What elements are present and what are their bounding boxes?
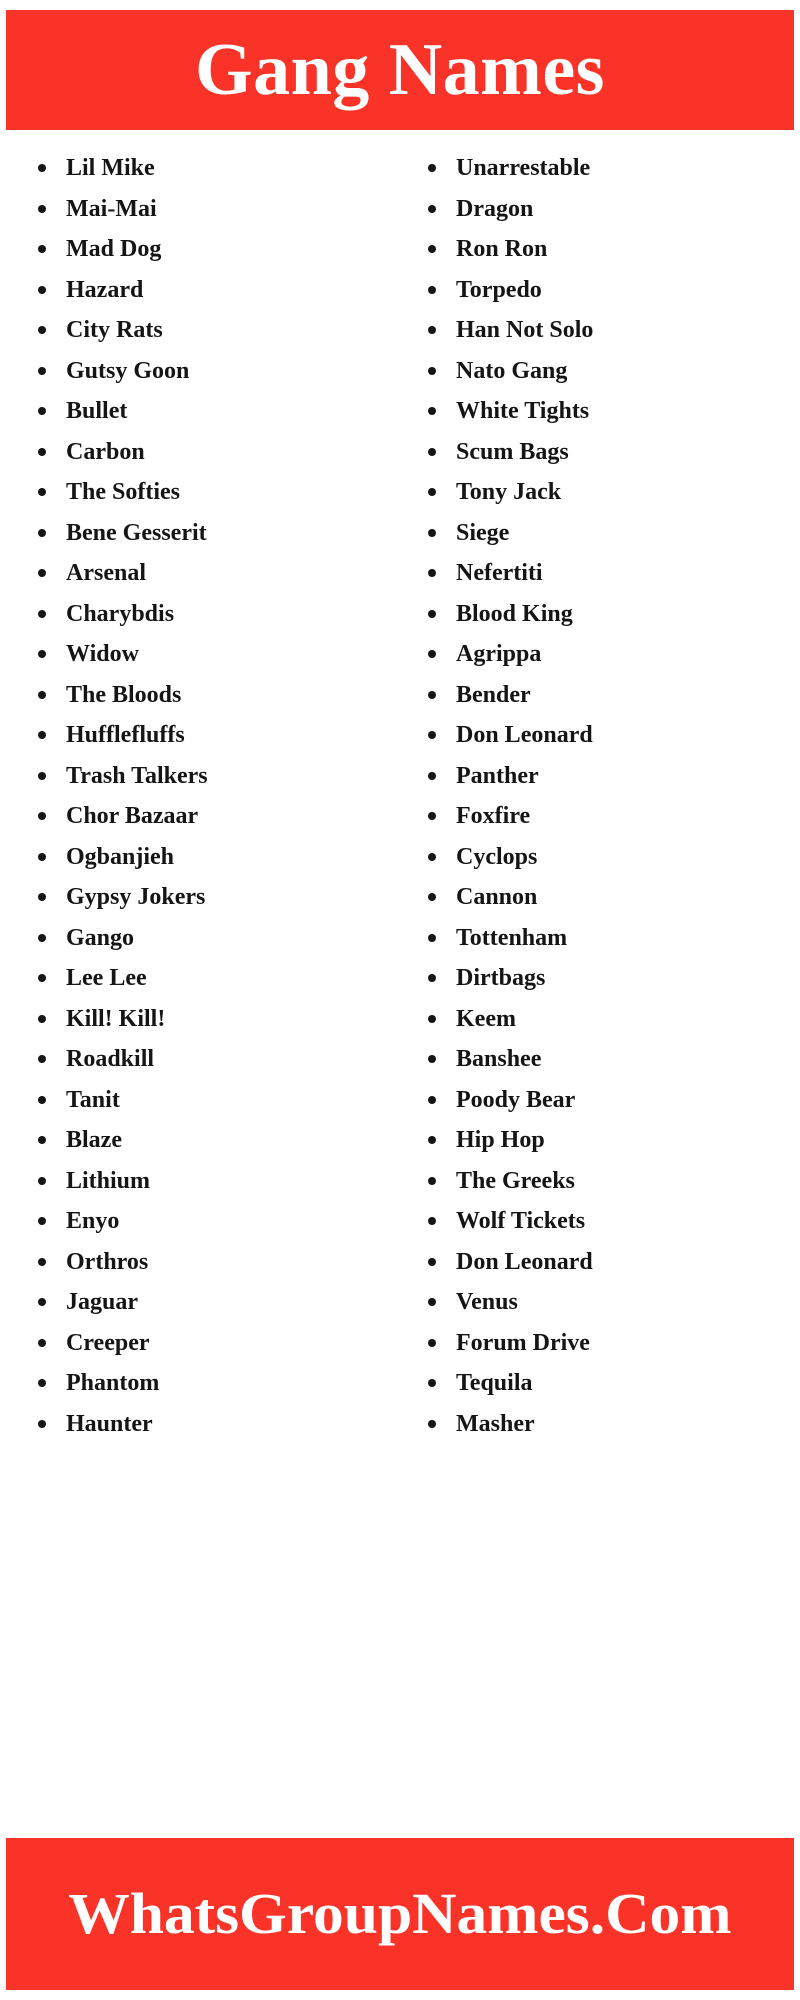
list-item: Haunter (30, 1404, 400, 1445)
list-item: Gutsy Goon (30, 351, 400, 392)
names-list-area: Lil Mike Mai-Mai Mad Dog Hazard City Rats Gut… (0, 130, 800, 1838)
list-item: Han Not Solo (420, 310, 800, 351)
list-item: Widow (30, 634, 400, 675)
site-branding: WhatsGroupNames.Com (68, 1881, 732, 1946)
list-item: Lithium (30, 1161, 400, 1202)
list-item: Blaze (30, 1120, 400, 1161)
list-item: Orthros (30, 1242, 400, 1283)
list-item: Nefertiti (420, 553, 800, 594)
list-item: Keem (420, 999, 800, 1040)
list-item: Tottenham (420, 918, 800, 959)
list-item: Cyclops (420, 837, 800, 878)
list-item: The Greeks (420, 1161, 800, 1202)
list-item: Mad Dog (30, 229, 400, 270)
footer-banner: WhatsGroupNames.Com (6, 1838, 794, 1990)
list-item: Banshee (420, 1039, 800, 1080)
list-item: Mai-Mai (30, 189, 400, 230)
list-item: Carbon (30, 432, 400, 473)
list-item: Wolf Tickets (420, 1201, 800, 1242)
list-item: The Bloods (30, 675, 400, 716)
list-item: Bullet (30, 391, 400, 432)
list-item: Dirtbags (420, 958, 800, 999)
list-item: Poody Bear (420, 1080, 800, 1121)
names-column-left: Lil Mike Mai-Mai Mad Dog Hazard City Rats Gut… (0, 148, 400, 1838)
list-item: Tanit (30, 1080, 400, 1121)
names-column-right: Unarrestable Dragon Ron Ron Torpedo Han Not … (400, 148, 800, 1838)
list-item: Bene Gesserit (30, 513, 400, 554)
list-item: Nato Gang (420, 351, 800, 392)
list-item: Hazard (30, 270, 400, 311)
list-item: Don Leonard (420, 715, 800, 756)
list-item: Masher (420, 1404, 800, 1445)
list-item: Bender (420, 675, 800, 716)
list-item: Jaguar (30, 1282, 400, 1323)
list-item: Lee Lee (30, 958, 400, 999)
list-item: Forum Drive (420, 1323, 800, 1364)
list-item: Arsenal (30, 553, 400, 594)
list-item: White Tights (420, 391, 800, 432)
list-item: Blood King (420, 594, 800, 635)
list-item: Hufflefluffs (30, 715, 400, 756)
list-item: City Rats (30, 310, 400, 351)
list-item: Kill! Kill! (30, 999, 400, 1040)
list-item: Ron Ron (420, 229, 800, 270)
name-list-right: Unarrestable Dragon Ron Ron Torpedo Han Not … (420, 148, 800, 1444)
list-item: Chor Bazaar (30, 796, 400, 837)
list-item: Enyo (30, 1201, 400, 1242)
list-item: Tequila (420, 1363, 800, 1404)
list-item: Torpedo (420, 270, 800, 311)
list-item: Venus (420, 1282, 800, 1323)
list-item: Ogbanjieh (30, 837, 400, 878)
list-item: Don Leonard (420, 1242, 800, 1283)
list-item: Unarrestable (420, 148, 800, 189)
list-item: Creeper (30, 1323, 400, 1364)
list-item: Dragon (420, 189, 800, 230)
list-item: Panther (420, 756, 800, 797)
list-item: Gango (30, 918, 400, 959)
list-item: Siege (420, 513, 800, 554)
list-item: Phantom (30, 1363, 400, 1404)
list-item: Scum Bags (420, 432, 800, 473)
list-item: Trash Talkers (30, 756, 400, 797)
list-item: Foxfire (420, 796, 800, 837)
list-item: Lil Mike (30, 148, 400, 189)
list-item: Roadkill (30, 1039, 400, 1080)
gang-names-infographic: Gang Names Lil Mike Mai-Mai Mad Dog Hazard C… (0, 0, 800, 2000)
list-item: Hip Hop (420, 1120, 800, 1161)
list-item: Agrippa (420, 634, 800, 675)
name-list-left: Lil Mike Mai-Mai Mad Dog Hazard City Rats Gut… (30, 148, 400, 1444)
page-title: Gang Names (195, 29, 605, 111)
list-item: Gypsy Jokers (30, 877, 400, 918)
list-item: Tony Jack (420, 472, 800, 513)
list-item: Cannon (420, 877, 800, 918)
header-banner: Gang Names (6, 10, 794, 130)
list-item: Charybdis (30, 594, 400, 635)
list-item: The Softies (30, 472, 400, 513)
